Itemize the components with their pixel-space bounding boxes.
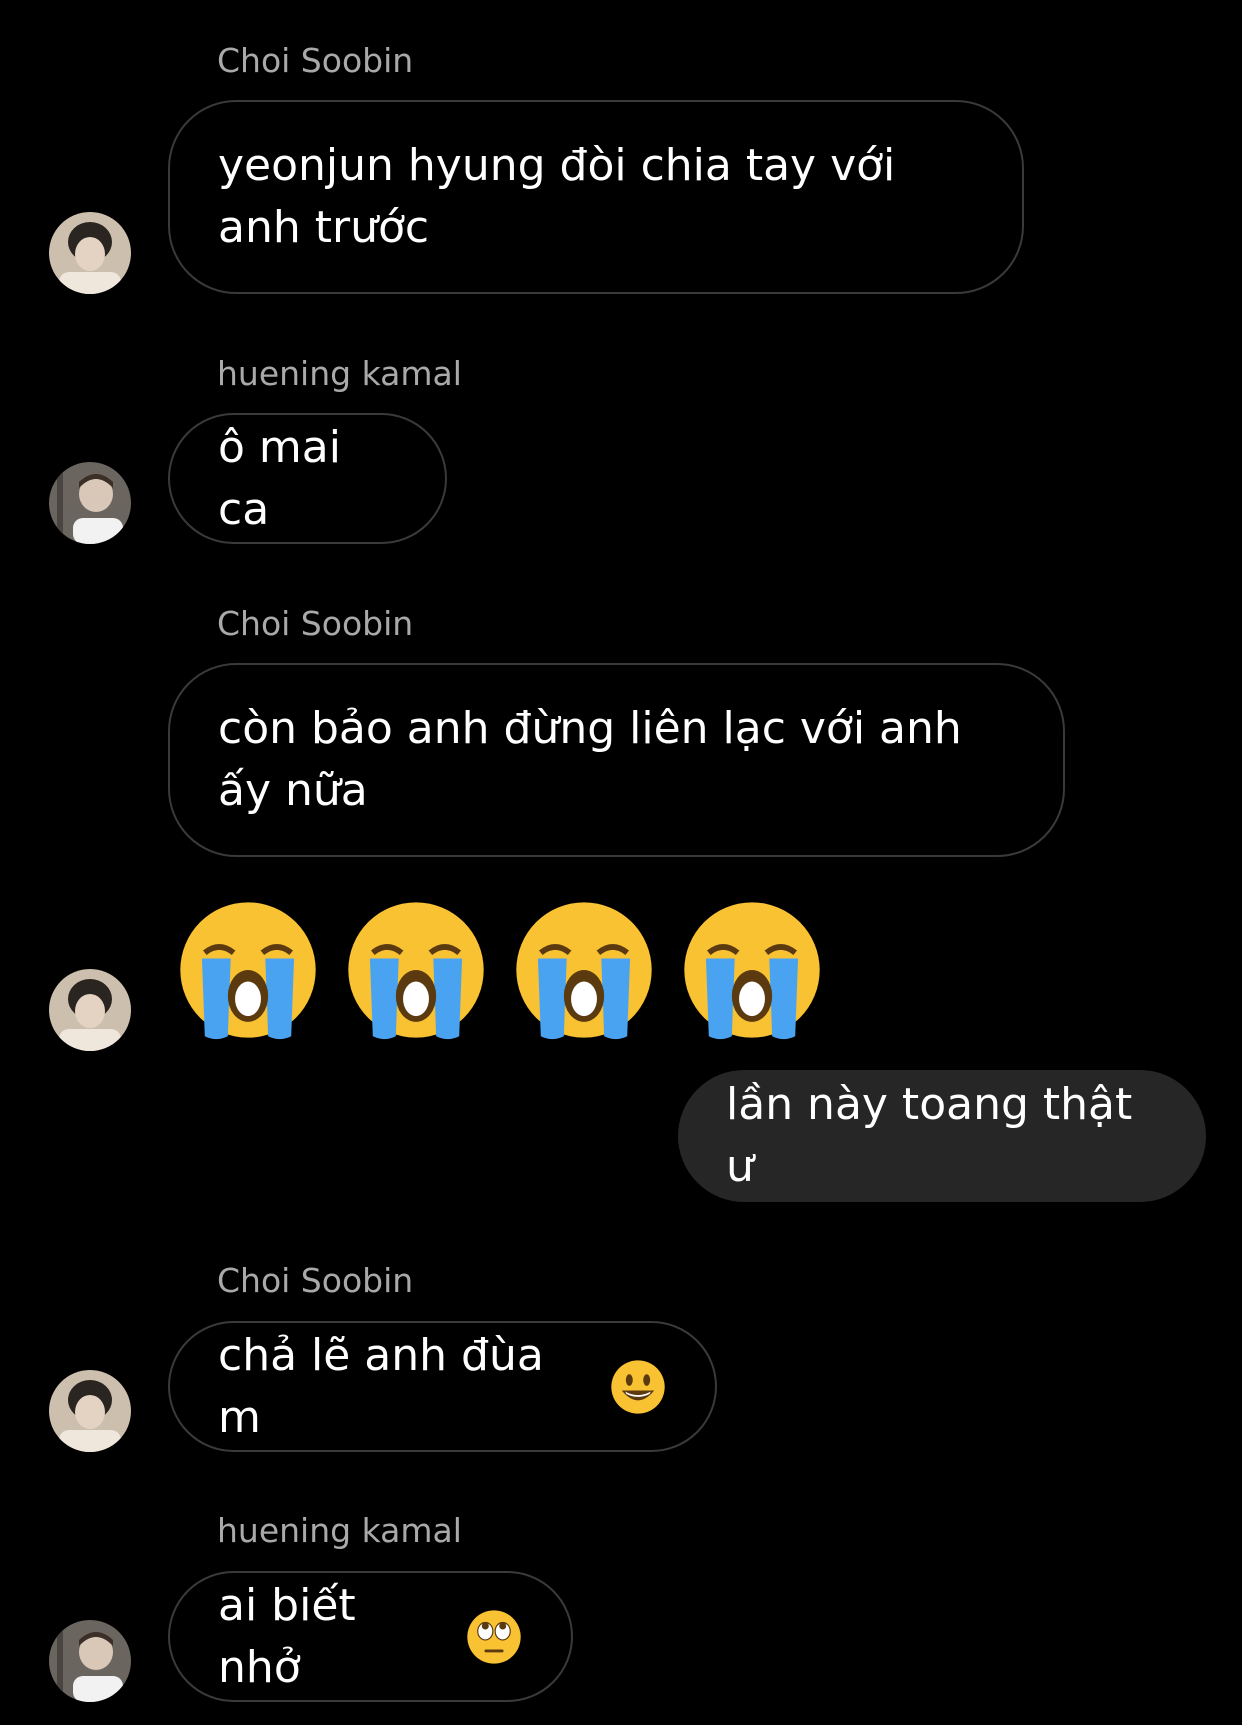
message-bubble[interactable]: ai biết nhở [168, 1571, 573, 1702]
grinning-face-icon [609, 1358, 667, 1416]
sender-name: huening kamal [217, 354, 462, 393]
chat-thread: Choi Soobin yeonjun hyung đòi chia tay v… [0, 0, 1242, 1725]
avatar-choi-soobin[interactable] [49, 212, 131, 294]
sender-name: huening kamal [217, 1511, 462, 1550]
loudly-crying-face-icon [344, 898, 488, 1042]
avatar-huening-kamal[interactable] [49, 1620, 131, 1702]
avatar-huening-kamal[interactable] [49, 462, 131, 544]
message-text: yeonjun hyung đòi chia tay với anh trước [218, 140, 896, 253]
message-bubble[interactable]: còn bảo anh đừng liên lạc với anh ấy nữa [168, 663, 1065, 857]
message-text: chả lẽ anh đùa m [218, 1329, 544, 1443]
avatar-choi-soobin[interactable] [49, 1370, 131, 1452]
sender-name: Choi Soobin [217, 604, 414, 643]
loudly-crying-face-icon [176, 898, 320, 1042]
message-text: còn bảo anh đừng liên lạc với anh ấy nữa [218, 703, 962, 816]
message-bubble[interactable]: yeonjun hyung đòi chia tay với anh trước [168, 100, 1024, 294]
loudly-crying-face-icon [512, 898, 656, 1042]
avatar-choi-soobin[interactable] [49, 969, 131, 1051]
sender-name: Choi Soobin [217, 1261, 414, 1300]
message-text: ô mai ca [218, 421, 341, 535]
emoji-message[interactable] [176, 898, 824, 1042]
message-bubble[interactable]: chả lẽ anh đùa m [168, 1321, 717, 1452]
message-bubble[interactable]: ô mai ca [168, 413, 447, 544]
message-text: ai biết nhở [218, 1579, 356, 1693]
loudly-crying-face-icon [680, 898, 824, 1042]
outgoing-message-bubble[interactable]: lần này toang thật ư [678, 1070, 1206, 1202]
face-with-rolling-eyes-icon [465, 1608, 523, 1666]
sender-name: Choi Soobin [217, 41, 414, 80]
message-text: lần này toang thật ư [726, 1079, 1133, 1192]
